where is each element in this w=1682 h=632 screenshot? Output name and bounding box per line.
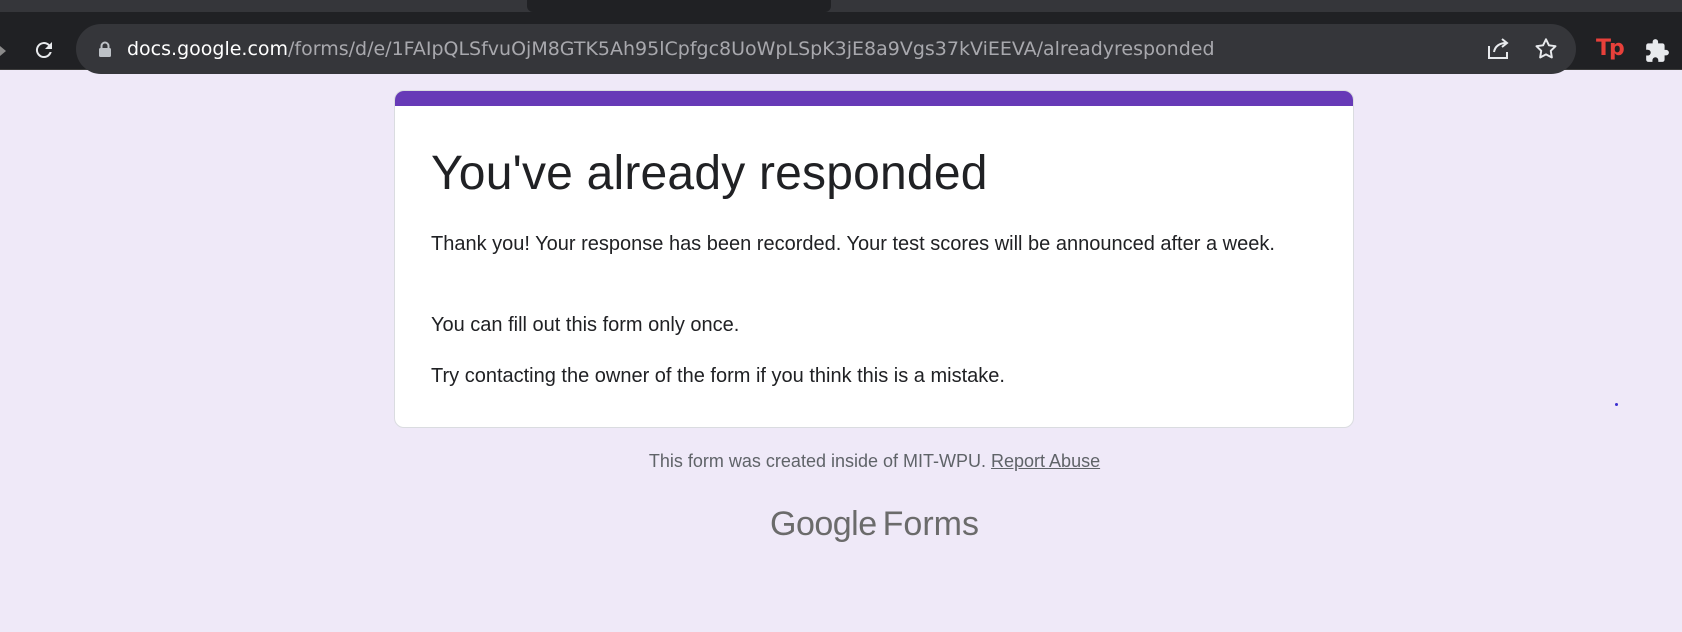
card-accent-bar <box>395 91 1353 106</box>
address-bar[interactable]: docs.google.com/forms/d/e/1FAIpQLSfvuOjM… <box>76 24 1576 74</box>
star-icon[interactable] <box>1533 36 1559 62</box>
tab-strip <box>0 0 1682 12</box>
single-response-notice: You can fill out this form only once. <box>431 314 740 336</box>
brand-google: Google <box>770 505 877 543</box>
url-text[interactable]: docs.google.com/forms/d/e/1FAIpQLSfvuOjM… <box>127 38 1215 60</box>
active-tab[interactable] <box>527 0 831 12</box>
report-abuse-link[interactable]: Report Abuse <box>991 451 1100 471</box>
response-card: You've already responded Thank you! Your… <box>394 90 1354 428</box>
url-host: docs.google.com <box>127 38 289 60</box>
contact-owner-notice: Try contacting the owner of the form if … <box>431 365 1005 387</box>
reload-icon[interactable] <box>30 36 58 64</box>
back-icon[interactable] <box>0 46 6 56</box>
browser-toolbar: docs.google.com/forms/d/e/1FAIpQLSfvuOjM… <box>0 12 1682 74</box>
footer-note: This form was created inside of MIT-WPU.… <box>0 451 1682 472</box>
page-title: You've already responded <box>431 147 988 200</box>
brand-forms: Forms <box>882 505 979 543</box>
share-icon[interactable] <box>1486 37 1512 61</box>
lock-icon[interactable] <box>98 41 112 57</box>
footer-note-text: This form was created inside of MIT-WPU. <box>648 451 986 471</box>
google-forms-logo[interactable]: Google Forms <box>770 505 979 544</box>
confirmation-message: Thank you! Your response has been record… <box>431 233 1275 255</box>
extension-tp-icon[interactable]: Tp <box>1596 36 1625 61</box>
puzzle-icon[interactable] <box>1644 38 1670 64</box>
stray-dot <box>1615 403 1618 406</box>
url-path: /forms/d/e/1FAIpQLSfvuOjM8GTK5Ah95lCpfgc… <box>288 38 1215 60</box>
